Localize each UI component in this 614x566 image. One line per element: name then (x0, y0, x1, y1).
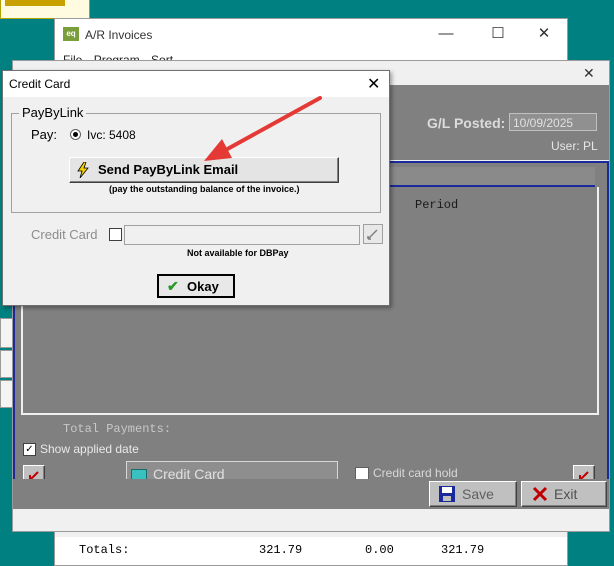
exit-label: Exit (554, 486, 578, 502)
paybylink-legend: PayByLink (19, 105, 87, 120)
close-icon[interactable]: ✕ (367, 74, 380, 94)
pay-invoice-label: Ivc: 5408 (87, 128, 136, 142)
credit-card-hold-label: Credit card hold (373, 466, 458, 480)
background-window-fragment (0, 0, 90, 19)
minimize-icon[interactable]: — (423, 23, 469, 45)
totals-amount: 321.79 (259, 543, 303, 557)
action-bar: Save Exit (13, 479, 609, 509)
paybylink-note: (pay the outstanding balance of the invo… (109, 184, 300, 194)
edit-pen-button[interactable] (363, 224, 383, 244)
not-available-note: Not available for DBPay (187, 248, 289, 258)
exit-button[interactable]: Exit (521, 481, 607, 507)
user-label: User: PL (551, 139, 598, 153)
save-button[interactable]: Save (429, 481, 517, 507)
close-icon[interactable]: ✕ (583, 65, 595, 82)
column-header-period: Period (415, 198, 459, 212)
window-title: A/R Invoices (85, 28, 153, 42)
okay-button[interactable]: ✔ Okay (157, 274, 235, 298)
send-paybylink-label: Send PayByLink Email (98, 162, 239, 177)
floppy-disk-icon (439, 486, 455, 502)
maximize-icon[interactable]: ☐ (475, 23, 521, 45)
save-label: Save (462, 486, 494, 502)
total-payments-label: Total Payments: (63, 422, 172, 436)
red-x-icon (532, 486, 548, 502)
totals-label: Totals: (79, 543, 130, 557)
gl-posted-label: G/L Posted: (427, 115, 506, 131)
send-paybylink-email-button[interactable]: Send PayByLink Email (69, 157, 339, 183)
gl-posted-field: 10/09/2025 (509, 113, 597, 131)
app-icon: eq (63, 27, 79, 41)
totals-row (55, 537, 567, 565)
credit-card-dialog: Credit Card ✕ PayByLink Pay: Ivc: 5408 S… (2, 70, 390, 306)
credit-card-label: Credit Card (31, 227, 98, 242)
dialog-title-bar[interactable]: Credit Card ✕ (3, 71, 389, 97)
totals-applied: 0.00 (365, 543, 394, 557)
show-applied-checkbox[interactable]: ✓ (23, 443, 36, 456)
ar-title-bar[interactable]: eq A/R Invoices — ☐ ✕ (55, 19, 567, 49)
show-applied-label: Show applied date (40, 442, 139, 456)
credit-card-field[interactable] (124, 225, 360, 245)
pay-label: Pay: (31, 127, 58, 142)
pay-invoice-radio[interactable] (70, 129, 81, 140)
dialog-title: Credit Card (9, 77, 71, 91)
totals-balance: 321.79 (441, 543, 485, 557)
green-check-icon: ✔ (167, 278, 179, 294)
pen-icon (367, 229, 378, 240)
lightning-bolt-icon (77, 162, 89, 178)
credit-card-checkbox[interactable] (109, 228, 122, 241)
okay-label: Okay (187, 279, 219, 294)
close-icon[interactable]: ✕ (521, 23, 567, 45)
